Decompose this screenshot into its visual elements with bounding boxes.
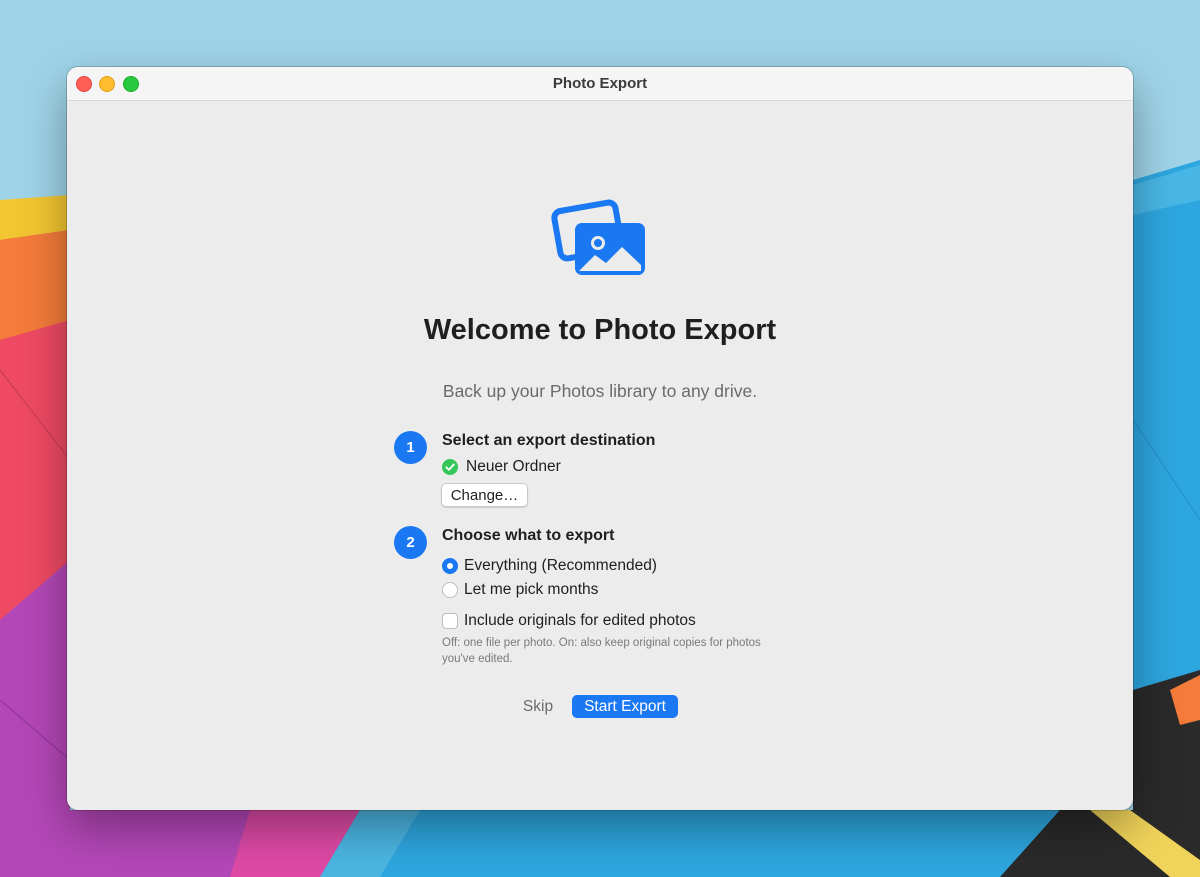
include-originals-option[interactable]: Include originals for edited photos — [442, 612, 696, 630]
radio-pick-months[interactable] — [442, 582, 458, 598]
option-everything-label: Everything (Recommended) — [464, 557, 657, 574]
option-everything[interactable]: Everything (Recommended) — [442, 557, 657, 575]
option-pick-months-label: Let me pick months — [464, 581, 599, 598]
photo-export-window: Photo Export Welcome to Photo Export Bac… — [67, 67, 1133, 810]
welcome-subtitle: Back up your Photos library to any drive… — [442, 381, 758, 401]
step-1-badge: 1 — [394, 431, 427, 464]
option-pick-months[interactable]: Let me pick months — [442, 581, 598, 599]
title-bar: Photo Export — [67, 67, 1133, 101]
change-destination-button[interactable]: Change… — [441, 483, 528, 507]
step-2-badge: 2 — [394, 526, 427, 559]
step-1-title: Select an export destination — [442, 432, 656, 449]
include-originals-hint: Off: one file per photo. On: also keep o… — [442, 635, 822, 667]
include-originals-label: Include originals for edited photos — [464, 612, 696, 629]
skip-button[interactable]: Skip — [515, 695, 561, 719]
destination-folder-label: Neuer Ordner — [466, 458, 561, 475]
include-originals-checkbox[interactable] — [442, 613, 458, 629]
step-2-title: Choose what to export — [442, 527, 615, 544]
hint-line-2: you've edited. — [442, 653, 513, 665]
window-title: Photo Export — [552, 75, 648, 92]
radio-everything[interactable] — [442, 558, 458, 574]
destination-row: Neuer Ordner — [442, 458, 561, 476]
photos-stack-icon — [551, 199, 645, 275]
checkmark-circle-icon — [442, 459, 458, 475]
welcome-heading: Welcome to Photo Export — [423, 314, 777, 346]
desktop: Photo Export Welcome to Photo Export Bac… — [0, 0, 1200, 877]
start-export-button[interactable]: Start Export — [572, 695, 678, 718]
hint-line-1: Off: one file per photo. On: also keep o… — [442, 637, 761, 649]
